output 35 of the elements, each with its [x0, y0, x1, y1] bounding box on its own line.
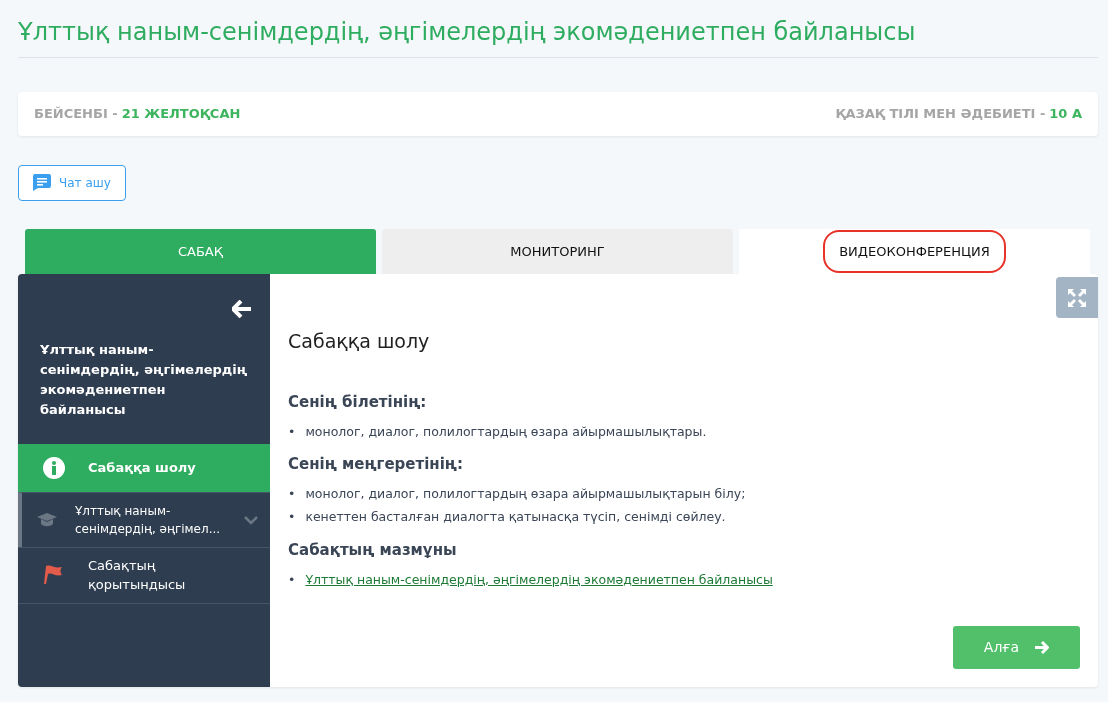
tab[interactable]: МОНИТОРИНГ — [382, 228, 733, 274]
list-item: монолог, диалог, полилогтардың өзара айырмашылықтары. — [305, 422, 707, 441]
tab[interactable]: САБАҚ — [25, 228, 376, 274]
chat-button[interactable]: Чат ашу — [18, 164, 126, 201]
section-title: Сенің білетінің: — [288, 392, 428, 411]
section-title: Сенің меңгеретінің: — [288, 455, 464, 474]
section-title: Сабақтың мазмұны — [288, 540, 458, 559]
lesson-link[interactable]: Ұлттық наным-сенімдердің, әңгімелердің экомәдениетпен байланысы — [305, 570, 773, 590]
list-item: кенеттен басталған диалогта қатынасқа түсіп, сенімді сөйлеу. — [305, 508, 726, 527]
sidebar-item[interactable]: Ұлттық наным-сенімдердің, әңгімел... — [18, 491, 270, 547]
sidebar-title: Ұлттық наным-сенімдердің, әңгімелердің экомәдениетпен байланысы — [39, 340, 249, 419]
fullscreen-button[interactable] — [1056, 276, 1098, 318]
bullet: • — [288, 422, 296, 441]
chevron-down-icon[interactable] — [244, 516, 258, 526]
flag-icon — [44, 565, 64, 586]
expand-icon — [1067, 287, 1087, 308]
content-heading: Сабаққа шолу — [288, 329, 431, 353]
list-item: монолог, диалог, полилогтардың өзара айырмашылықтарын білу; — [305, 485, 746, 504]
arrow-right-icon — [1035, 640, 1050, 654]
page-title: Ұлттық наным-сенімдердің, әңгімелердің экомәдениетпен байланысы — [18, 18, 1098, 58]
date-label: БЕЙСЕНБІ - — [34, 105, 118, 124]
sidebar-item[interactable]: Сабаққа шолу — [18, 443, 270, 492]
back-arrow-icon[interactable] — [232, 299, 252, 318]
info-icon — [43, 456, 65, 479]
sidebar-item[interactable]: Сабақтың қорытындысы — [18, 546, 270, 604]
graduation-cap-icon — [37, 512, 58, 527]
highlight-ring: ВИДЕОКОНФЕРЕНЦИЯ — [823, 229, 1006, 273]
subject-label: ҚАЗАҚ ТІЛІ МЕН ӘДЕБИЕТІ - — [835, 105, 1046, 124]
bullet: • — [288, 485, 296, 504]
chat-icon — [33, 174, 51, 192]
bullet: • — [288, 508, 296, 527]
tab[interactable]: ВИДЕОКОНФЕРЕНЦИЯ — [739, 228, 1090, 274]
bullet: • — [288, 570, 296, 589]
date-value: 21 ЖЕЛТОҚСАН — [121, 105, 241, 124]
class-value: 10 А — [1049, 105, 1082, 124]
